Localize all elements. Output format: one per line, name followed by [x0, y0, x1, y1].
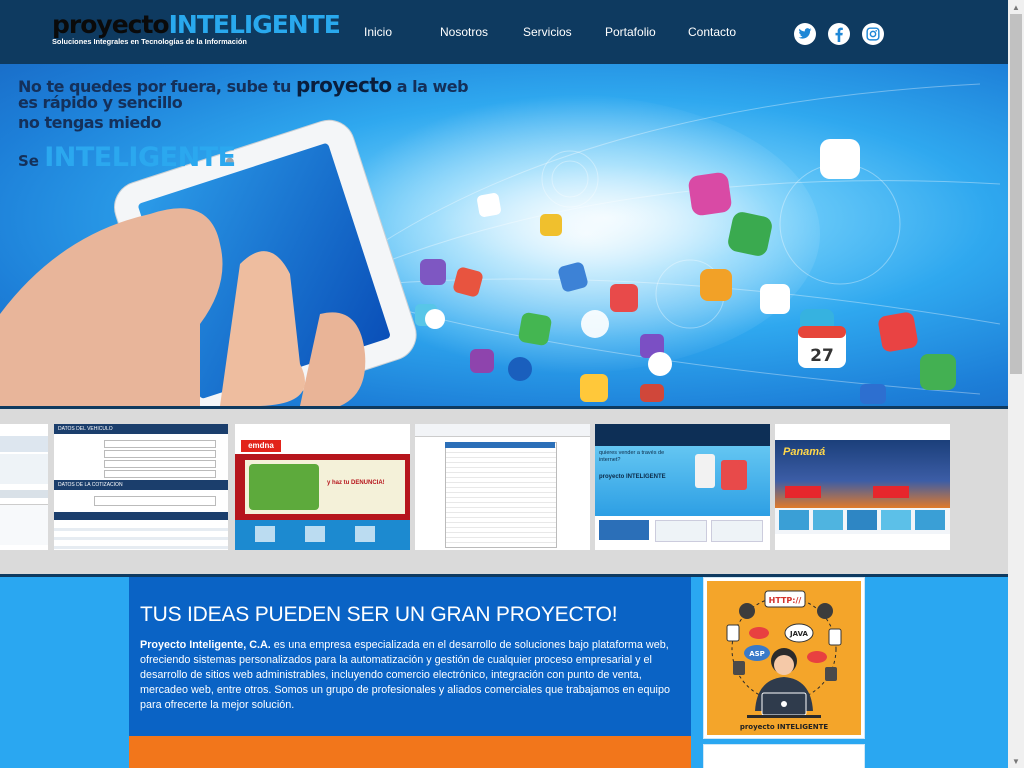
logo-word-inteligente: INTELIGENTE	[168, 10, 341, 39]
portfolio-thumb-5[interactable]: quieres vender a través de internet? pro…	[595, 424, 770, 550]
card-asp: ASP	[749, 650, 765, 658]
hero-line-3: no tengas miedo	[18, 113, 162, 132]
hero-banner[interactable]: 27 No te quedes por fuera, sube tu proye…	[0, 64, 1008, 406]
calendar-day: 27	[810, 346, 834, 366]
thumb-3-caption: y haz tu DENUNCIA!	[327, 480, 385, 486]
hero-se: Se	[18, 152, 45, 170]
scroll-down-arrow-icon[interactable]: ▼	[1008, 754, 1024, 768]
nav-item-inicio[interactable]: Inicio	[364, 25, 392, 39]
about-section: TUS IDEAS PUEDEN SER UN GRAN PROYECTO! P…	[0, 577, 1008, 768]
thumb-3-brand: emdna	[241, 440, 281, 452]
portfolio-carousel: DATOS DEL VEHICULO DATOS DE LA COTIZACIO…	[0, 409, 1008, 574]
thumb-5-headline: quieres vender a través de internet?	[599, 450, 665, 463]
thumb-2-title: DATOS DEL VEHICULO	[54, 424, 228, 434]
logo-word-proyecto: proyecto	[52, 10, 170, 39]
about-company: Proyecto Inteligente, C.A.	[140, 639, 271, 651]
card-logo: proyecto INTELIGENTE	[740, 723, 829, 731]
thumb-2-subtitle: DATOS DE LA COTIZACION	[54, 480, 228, 490]
site-logo[interactable]: proyectoINTELIGENTE Soluciones Integrale…	[52, 10, 341, 56]
card-java: JAVA	[789, 630, 808, 638]
hero-tagline: Se INTELIGENTE	[18, 142, 236, 173]
site-header: proyectoINTELIGENTE Soluciones Integrale…	[0, 0, 1008, 64]
twitter-icon[interactable]	[794, 23, 816, 45]
calendar-icon: 27	[798, 326, 846, 368]
secondary-card[interactable]	[703, 744, 865, 768]
nav-item-portafolio[interactable]: Portafolio	[605, 25, 656, 39]
developer-illustration: HTTP:// JAVA ASP proyecto INTELIGENTE	[707, 581, 861, 735]
thumb-6-title: Panamá	[783, 446, 826, 458]
page: proyectoINTELIGENTE Soluciones Integrale…	[0, 0, 1008, 768]
vertical-scrollbar[interactable]: ▲ ▼	[1008, 0, 1024, 768]
instagram-icon[interactable]	[862, 23, 884, 45]
scrollbar-thumb[interactable]	[1010, 14, 1022, 374]
thumb-5-brand: proyecto INTELIGENTE	[599, 474, 666, 480]
about-text: Proyecto Inteligente, C.A. es una empres…	[140, 638, 685, 713]
facebook-icon[interactable]	[828, 23, 850, 45]
portfolio-thumb-2[interactable]: DATOS DEL VEHICULO DATOS DE LA COTIZACIO…	[54, 424, 228, 550]
hero-inteligente: INTELIGENTE	[44, 142, 236, 173]
orange-bar	[129, 736, 691, 768]
hero-line-2: es rápido y sencillo	[18, 93, 183, 112]
about-heading: TUS IDEAS PUEDEN SER UN GRAN PROYECTO!	[140, 603, 618, 626]
nav-item-nosotros[interactable]: Nosotros	[440, 25, 488, 39]
nav-item-servicios[interactable]: Servicios	[523, 25, 572, 39]
nav-item-contacto[interactable]: Contacto	[688, 25, 736, 39]
scroll-up-arrow-icon[interactable]: ▲	[1008, 0, 1024, 14]
portfolio-thumb-3[interactable]: emdna y haz tu DENUNCIA!	[235, 424, 410, 550]
card-http: HTTP://	[769, 596, 802, 605]
portfolio-thumb-4[interactable]	[415, 424, 590, 550]
portfolio-thumb-1[interactable]	[0, 424, 48, 550]
services-illustration-card[interactable]: HTTP:// JAVA ASP proyecto INTELIGENTE	[703, 577, 865, 739]
portfolio-thumb-6[interactable]: Panamá	[775, 424, 950, 550]
